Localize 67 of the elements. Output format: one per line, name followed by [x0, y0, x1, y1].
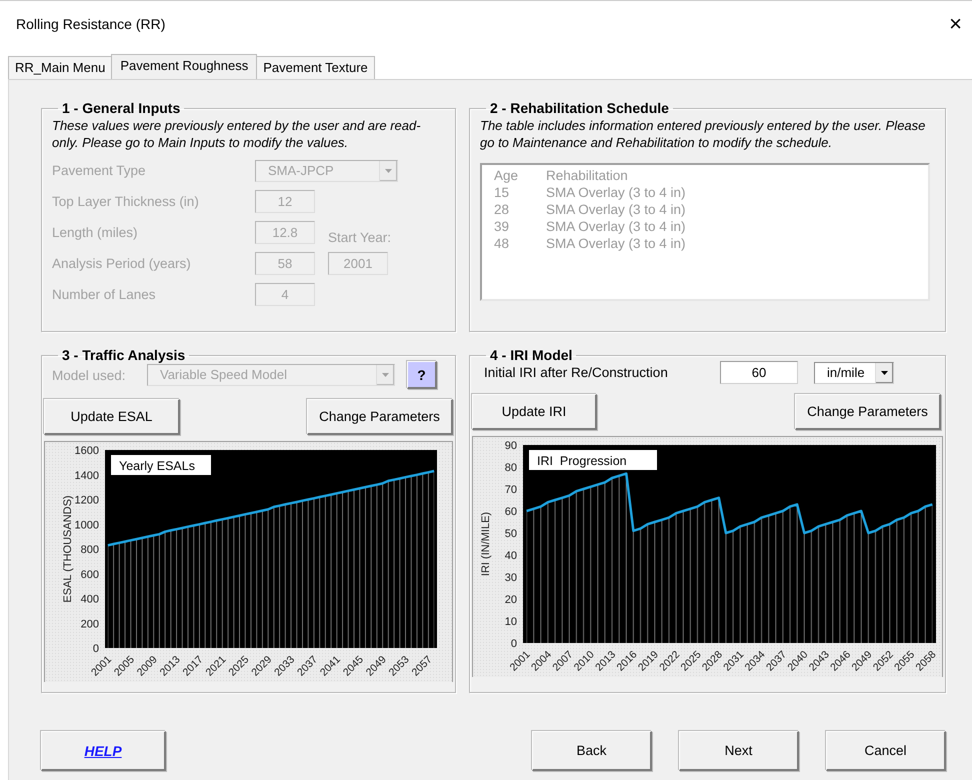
axis-tick-label: 0	[92, 643, 99, 655]
group-title: 3 - Traffic Analysis	[62, 347, 186, 363]
caret-icon	[382, 373, 389, 377]
group-title: 2 - Rehabilitation Schedule	[490, 100, 669, 116]
table-cell: SMA Overlay (3 to 4 in)	[546, 235, 686, 252]
axis-tick-label: 1200	[74, 494, 99, 506]
axis-tick-label: 60	[504, 506, 517, 518]
axis-tick-label: 90	[504, 440, 517, 452]
axis-title: ESAL (THOUSANDS)	[62, 495, 74, 603]
update-iri-button[interactable]: Update IRI	[472, 394, 597, 430]
axis-tick-label: 40	[504, 550, 517, 562]
field-label: Initial IRI after Re/Construction	[484, 365, 669, 380]
update-esal-button[interactable]: Update ESAL	[44, 399, 180, 435]
info-text: The table includes information entered previously entered by the user. Please go to Maintenance and Rehabilitation to modify the schedule.	[480, 117, 926, 151]
help-button[interactable]: ?	[407, 361, 437, 389]
tab[interactable]: Pavement Texture	[256, 56, 375, 79]
caret-icon	[881, 370, 888, 374]
legend-label: Yearly ESALs	[111, 455, 211, 475]
table-cell-text: 15	[494, 184, 510, 201]
tab[interactable]: Pavement Roughness	[111, 54, 258, 79]
axis-tick-label: 10	[504, 616, 517, 628]
axis-tick-label: 800	[80, 544, 99, 556]
field-label: Length (miles)	[52, 225, 139, 240]
field-label: Top Layer Thickness (in)	[52, 194, 200, 209]
help-link-button[interactable]: HELP	[41, 731, 166, 771]
column-header: Age	[494, 167, 520, 184]
table-cell: SMA Overlay (3 to 4 in)	[546, 184, 686, 201]
info-text: These values were previously entered by the user and are read-only. Please go to Main Inputs to modify the values.	[52, 117, 422, 151]
axis-tick-label: 70	[504, 484, 517, 496]
group-title: 4 - IRI Model	[490, 347, 572, 363]
field-label: Pavement Type	[52, 163, 147, 178]
axis-tick-label: 0	[510, 638, 517, 650]
unit-dropdown[interactable]: in/mile	[814, 362, 894, 384]
input-field[interactable]: 60	[720, 361, 798, 384]
table-cell-text: 39	[494, 218, 510, 235]
change-parameters-button[interactable]: Change Parameters	[307, 399, 453, 435]
field-label: Start Year:	[328, 230, 392, 245]
table-cell: SMA Overlay (3 to 4 in)	[546, 218, 686, 235]
legend-label: IRI Progression	[529, 450, 657, 470]
footer-button[interactable]: Back	[532, 731, 652, 771]
axis-tick-label: 600	[80, 568, 99, 581]
table-cell-text: 48	[494, 235, 510, 252]
series-label: IRI Progression	[537, 454, 627, 468]
field-label: Number of Lanes	[52, 287, 157, 302]
axis-title: IRI (IN/MILE)	[480, 512, 492, 576]
axis-tick-label: 30	[504, 572, 517, 584]
close-button[interactable]: ×	[945, 12, 966, 34]
axis-tick-label: 1000	[74, 519, 99, 532]
window-title: Rolling Resistance (RR)	[16, 16, 166, 32]
axis-tick-label: 20	[504, 594, 517, 606]
field-label: Model used:	[52, 368, 127, 382]
tab[interactable]: RR_Main Menu	[8, 56, 112, 79]
change-parameters-button[interactable]: Change Parameters	[795, 394, 941, 430]
axis-tick-label: 400	[80, 594, 99, 606]
axis-tick-label: 50	[504, 528, 517, 540]
column-header: Rehabilitation	[546, 167, 628, 184]
axis-tick-label: 1600	[74, 445, 99, 457]
group-title: 1 - General Inputs	[62, 100, 180, 116]
footer-button[interactable]: Cancel	[826, 731, 946, 771]
table-cell-text: 28	[494, 201, 510, 218]
axis-tick-label: 80	[504, 462, 517, 474]
axis-tick-label: 1400	[74, 470, 99, 482]
axis-tick-label: 200	[80, 618, 99, 630]
field-label: Analysis Period (years)	[52, 256, 192, 271]
table-cell: SMA Overlay (3 to 4 in)	[546, 201, 686, 218]
caret-icon	[385, 168, 392, 172]
footer-button[interactable]: Next	[679, 731, 799, 771]
